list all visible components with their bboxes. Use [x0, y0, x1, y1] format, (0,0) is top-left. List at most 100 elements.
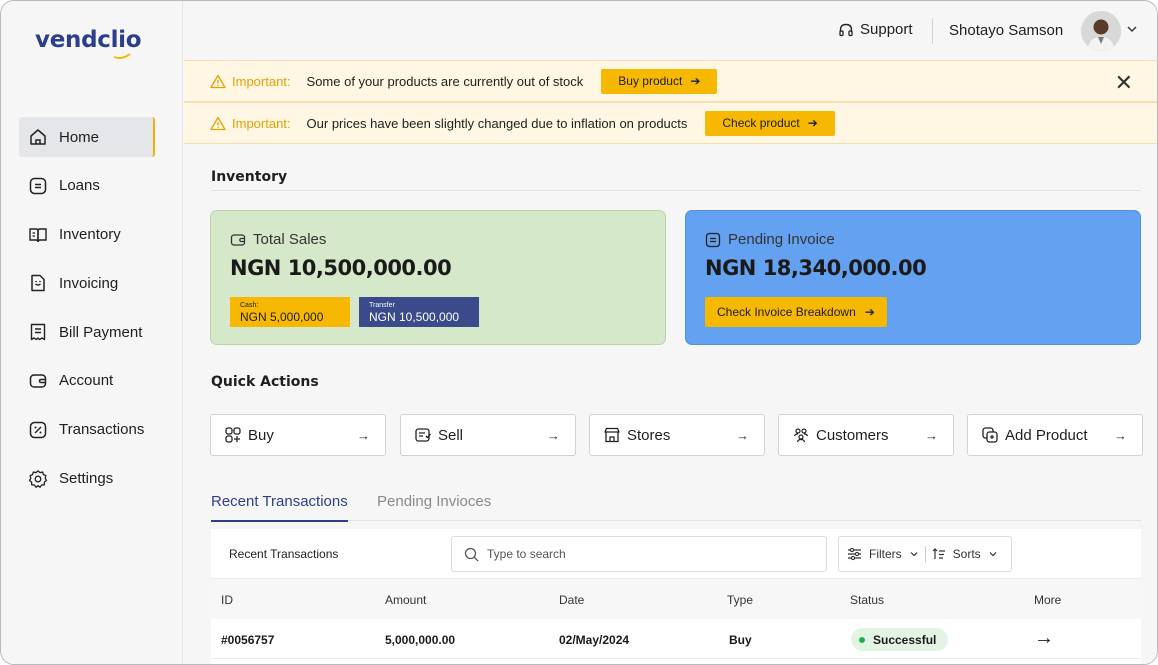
quick-action-add-product[interactable]: Add Product → [967, 414, 1143, 456]
main-content: Support Shotayo Samson Important: Some o… [184, 1, 1157, 664]
filters-button[interactable]: Filters [847, 547, 919, 561]
sidebar-item-invoicing[interactable]: Invoicing [19, 263, 155, 303]
store-icon [603, 426, 621, 444]
tab-pending-invoices[interactable]: Pending Invioces [377, 493, 491, 520]
cash-value: NGN 5,000,000 [240, 310, 324, 324]
quick-action-stores[interactable]: Stores → [589, 414, 765, 456]
sidebar-item-label: Home [59, 128, 100, 146]
quick-actions-heading: Quick Actions [211, 374, 319, 390]
avatar[interactable] [1081, 11, 1121, 51]
banner-message: Some of your products are currently out … [306, 73, 584, 89]
total-sales-card: Total Sales NGN 10,500,000.00 Cash: NGN … [210, 210, 666, 345]
alert-banner-stock: Important: Some of your products are cur… [184, 60, 1157, 102]
column-header-type[interactable]: Type [727, 593, 753, 607]
sidebar-item-label: Loans [59, 177, 100, 195]
column-header-amount[interactable]: Amount [385, 593, 426, 607]
sidebar-item-bill-payment[interactable]: Bill Payment [19, 312, 155, 352]
arrow-right-icon: → [1114, 427, 1127, 443]
card-label-text: Total Sales [253, 231, 327, 248]
table-header: ID Amount Date Type Status More [211, 579, 1141, 619]
arrow-right-icon: ➔ [864, 305, 875, 319]
arrow-right-icon: ➔ [807, 116, 818, 130]
sidebar-item-transactions[interactable]: Transactions [19, 410, 155, 450]
button-label: Check Invoice Breakdown [717, 305, 856, 319]
cell-type: Buy [729, 633, 752, 647]
sidebar-item-account[interactable]: Account [19, 361, 155, 401]
book-icon [27, 224, 49, 246]
arrow-right-icon: → [547, 427, 560, 443]
loans-icon [27, 175, 49, 197]
sorts-button[interactable]: Sorts [932, 547, 998, 561]
sidebar-item-label: Transactions [59, 421, 145, 439]
support-link[interactable]: Support [838, 21, 913, 38]
sidebar-item-inventory[interactable]: Inventory [19, 215, 155, 255]
table-toolbar: Recent Transactions Type to search Filte… [211, 529, 1141, 579]
bill-icon [27, 321, 49, 343]
sidebar-item-home[interactable]: Home [19, 117, 155, 157]
cash-chip: Cash: NGN 5,000,000 [230, 297, 350, 327]
header-divider [932, 18, 933, 44]
quick-action-customers[interactable]: Customers → [778, 414, 954, 456]
quick-action-label: Add Product [1005, 426, 1088, 444]
search-placeholder: Type to search [487, 547, 566, 561]
sell-icon [414, 426, 432, 444]
transfer-value: NGN 10,500,000 [369, 310, 460, 324]
search-input[interactable]: Type to search [451, 536, 827, 572]
total-sales-label: Total Sales [230, 231, 326, 248]
arrow-right-icon: ➔ [690, 74, 701, 88]
cell-date: 02/May/2024 [559, 633, 630, 647]
important-tag: Important: [210, 74, 291, 89]
quick-action-label: Customers [816, 426, 889, 444]
column-header-status[interactable]: Status [850, 593, 884, 607]
brand-logo[interactable]: vendclio [35, 27, 142, 53]
column-header-date[interactable]: Date [559, 593, 584, 607]
percent-icon [27, 419, 49, 441]
card-label-text: Pending Invoice [728, 231, 835, 248]
tab-recent-transactions[interactable]: Recent Transactions [211, 493, 348, 522]
close-icon[interactable]: ✕ [1115, 70, 1133, 96]
wallet-icon [27, 370, 49, 392]
arrow-right-icon: → [357, 427, 370, 443]
sidebar-item-loans[interactable]: Loans [19, 166, 155, 206]
button-label: Check product [722, 116, 800, 130]
sidebar-nav: Home Loans Inventory Invoicing Bill Paym… [19, 117, 155, 507]
customers-icon [792, 426, 810, 444]
chevron-down-icon [910, 552, 918, 557]
table-row[interactable]: #0056757 5,000,000.00 02/May/2024 Buy Su… [211, 619, 1141, 659]
transactions-tabs: Recent Transactions Pending Invioces [211, 491, 1141, 522]
total-sales-amount: NGN 10,500,000.00 [230, 256, 452, 280]
status-badge: Successful [851, 628, 949, 651]
chevron-down-icon[interactable] [1126, 23, 1138, 35]
column-header-id[interactable]: ID [221, 593, 233, 607]
gear-icon [27, 468, 49, 490]
user-avatar-icon [1081, 11, 1121, 51]
filter-divider [924, 546, 926, 562]
quick-action-buy[interactable]: Buy → [210, 414, 386, 456]
warning-icon [210, 74, 226, 88]
transfer-chip: Transfer NGN 10,500,000 [359, 297, 479, 327]
chevron-down-icon [989, 552, 997, 557]
buy-product-button[interactable]: Buy product ➔ [601, 68, 718, 94]
user-name[interactable]: Shotayo Samson [949, 22, 1063, 39]
check-product-button[interactable]: Check product ➔ [705, 110, 835, 136]
inventory-heading: Inventory [211, 169, 288, 185]
sidebar: vendclio Home Loans Inventory Invoicing … [1, 1, 183, 664]
column-header-more: More [1034, 593, 1062, 607]
support-label: Support [860, 21, 913, 38]
home-icon [27, 126, 49, 148]
quick-action-sell[interactable]: Sell → [400, 414, 576, 456]
transactions-table: Recent Transactions Type to search Filte… [211, 529, 1141, 664]
check-invoice-breakdown-button[interactable]: Check Invoice Breakdown ➔ [705, 297, 887, 327]
cell-id: #0056757 [221, 633, 275, 647]
pending-invoice-label: Pending Invoice [705, 231, 835, 248]
row-more-arrow-icon[interactable]: → [1034, 627, 1054, 650]
sidebar-item-label: Settings [59, 470, 114, 488]
quick-action-label: Sell [438, 426, 464, 444]
buy-icon [224, 426, 242, 444]
sidebar-item-settings[interactable]: Settings [19, 459, 155, 499]
invoice-icon [27, 272, 49, 294]
filter-sort-controls: Filters Sorts [838, 536, 1012, 572]
sliders-icon [848, 547, 861, 561]
banner-message: Our prices have been slightly changed du… [306, 115, 688, 131]
quick-action-label: Buy [248, 426, 274, 444]
